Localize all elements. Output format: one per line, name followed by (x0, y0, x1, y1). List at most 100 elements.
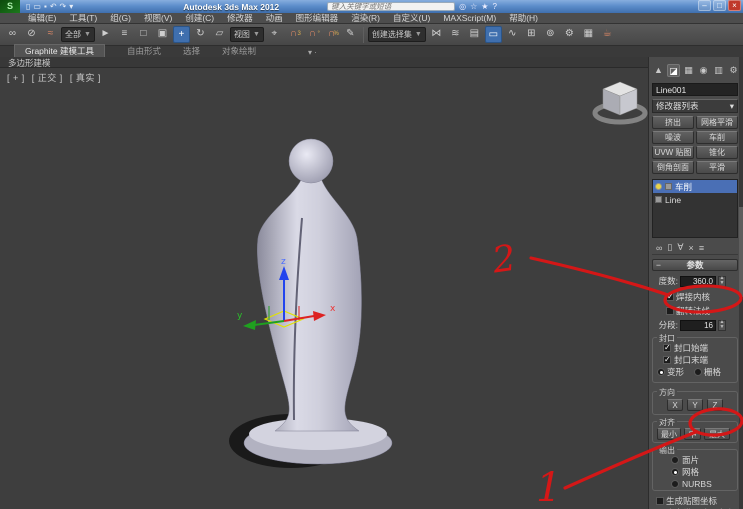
align-center-button[interactable]: 中 (684, 428, 701, 440)
ribbon-panel-strip[interactable]: 多边形建模 (0, 57, 648, 68)
align-min-button[interactable]: 最小 (657, 428, 681, 440)
favorites-icon[interactable]: ★ (481, 0, 488, 13)
weld-core-checkbox[interactable] (666, 292, 674, 301)
redo-icon[interactable]: ↷ (60, 0, 67, 13)
percent-snap-icon[interactable]: ∩% (323, 26, 340, 43)
configure-modifier-sets-icon[interactable]: ≡ (699, 243, 704, 253)
unlink-selection-icon[interactable]: ⊘ (23, 26, 40, 43)
tab-selection[interactable]: 选择 (183, 45, 200, 57)
taper-button[interactable]: 锥化 (696, 146, 738, 159)
rollout-collapse-icon[interactable]: − (656, 260, 661, 271)
create-tab-icon[interactable]: ▲ (652, 64, 665, 77)
parameters-rollout-header[interactable]: − 参数 (652, 259, 738, 271)
schematic-view-icon[interactable]: ⊞ (523, 26, 540, 43)
selection-filter-dropdown[interactable]: 全部 ▼ (61, 27, 95, 42)
direction-z-button[interactable]: Z (707, 399, 723, 411)
grid-radio[interactable] (694, 368, 703, 376)
search-icon[interactable]: ◎ (459, 0, 466, 13)
meshsmooth-button[interactable]: 网格平滑 (696, 116, 738, 129)
menu-animation[interactable]: 动画 (266, 12, 283, 24)
maximize-button[interactable]: □ (713, 0, 726, 11)
render-production-icon[interactable]: ☕ (599, 26, 616, 43)
material-editor-icon[interactable]: ⊚ (542, 26, 559, 43)
menu-graph-editors[interactable]: 图形编辑器 (296, 12, 339, 24)
menu-rendering[interactable]: 渲染(R) (351, 12, 380, 24)
select-and-rotate-icon[interactable]: ↻ (192, 26, 209, 43)
stack-item-line[interactable]: Line (653, 193, 737, 206)
curve-editor-icon[interactable]: ∿ (504, 26, 521, 43)
menu-tools[interactable]: 工具(T) (69, 12, 97, 24)
rendered-frame-icon[interactable]: ▦ (580, 26, 597, 43)
viewport[interactable]: [ + ] [ 正交 ] [ 真实 ] z y x (0, 68, 648, 509)
window-crossing-icon[interactable]: ▣ (154, 26, 171, 43)
snap-toggle-3d-icon[interactable]: ∩ 3 (285, 26, 302, 43)
reference-coordinate-dropdown[interactable]: 视图 ▼ (229, 27, 264, 42)
app-logo-icon[interactable]: S (0, 0, 20, 13)
menu-group[interactable]: 组(G) (110, 12, 131, 24)
layer-manager-icon[interactable]: ▤ (466, 26, 483, 43)
infocenter-search-input[interactable] (327, 2, 456, 11)
menu-create[interactable]: 创建(C) (185, 12, 214, 24)
menu-maxscript[interactable]: MAXScript(M) (443, 13, 496, 23)
render-setup-icon[interactable]: ⚙ (561, 26, 578, 43)
viewport-canvas[interactable]: z y x (0, 68, 648, 509)
cap-start-checkbox[interactable] (663, 343, 671, 352)
lathe-model[interactable] (243, 138, 393, 465)
modifier-list-dropdown[interactable]: 修改器列表 ▾ (652, 99, 738, 113)
make-unique-icon[interactable]: ∀ (677, 242, 683, 253)
minimize-button[interactable]: – (698, 0, 711, 11)
segments-spinner[interactable]: ▲ ▼ (718, 319, 726, 331)
subscription-icon[interactable]: ☆ (470, 0, 477, 13)
select-and-scale-icon[interactable]: ▱ (211, 26, 228, 43)
use-pivot-center-icon[interactable]: ⌖ (266, 26, 283, 43)
tab-object-paint[interactable]: 对象绘制 (222, 45, 256, 57)
menu-help[interactable]: 帮助(H) (509, 12, 538, 24)
keyboard-override-icon[interactable]: ✎ (342, 26, 359, 43)
cap-end-checkbox[interactable] (663, 355, 671, 364)
smooth-button[interactable]: 平滑 (696, 161, 738, 174)
morph-radio[interactable] (657, 368, 665, 376)
output-mesh-radio[interactable] (671, 468, 679, 476)
motion-tab-icon[interactable]: ◉ (697, 64, 710, 77)
output-nurbs-radio[interactable] (671, 480, 679, 488)
menu-edit[interactable]: 编辑(E) (28, 12, 56, 24)
degrees-field[interactable]: 360.0 (680, 275, 716, 287)
modifier-enabled-bulb-icon[interactable] (655, 183, 662, 190)
menu-customize[interactable]: 自定义(U) (393, 12, 430, 24)
viewcube[interactable] (592, 81, 648, 125)
angle-snap-icon[interactable]: ∩ ° (304, 26, 321, 43)
show-end-result-icon[interactable]: ▯ (667, 242, 672, 253)
tab-graphite-modeling[interactable]: Graphite 建模工具 (14, 44, 105, 57)
extrude-button[interactable]: 挤出 (652, 116, 694, 129)
select-and-link-icon[interactable]: ∞ (4, 26, 21, 43)
menu-modifiers[interactable]: 修改器 (227, 12, 253, 24)
flip-normals-checkbox[interactable] (666, 307, 674, 315)
mirror-icon[interactable]: ⋈ (428, 26, 445, 43)
tab-freeform[interactable]: 自由形式 (127, 45, 161, 57)
stack-item-lathe[interactable]: 车削 (653, 180, 737, 193)
uvw-map-button[interactable]: UVW 贴图 (652, 146, 694, 159)
noise-button[interactable]: 噪波 (652, 131, 694, 144)
viewport-view-label[interactable]: [ 正交 ] (32, 73, 63, 83)
polygon-modeling-panel-label[interactable]: 多边形建模 (8, 58, 51, 68)
direction-y-button[interactable]: Y (687, 399, 703, 411)
lathe-button[interactable]: 车削 (696, 131, 738, 144)
pin-stack-icon[interactable]: ∞ (656, 243, 662, 253)
segments-field[interactable]: 16 (680, 319, 716, 331)
modify-tab-icon[interactable]: ◪ (667, 64, 680, 77)
named-selection-set-dropdown[interactable]: 创建选择集 ▼ (367, 27, 426, 42)
close-button[interactable]: × (728, 0, 741, 11)
direction-x-button[interactable]: X (667, 399, 683, 411)
align-icon[interactable]: ≋ (447, 26, 464, 43)
bevel-profile-button[interactable]: 倒角剖面 (652, 161, 694, 174)
menu-views[interactable]: 视图(V) (144, 12, 172, 24)
remove-modifier-icon[interactable]: × (689, 243, 694, 253)
hierarchy-tab-icon[interactable]: ▦ (682, 64, 695, 77)
viewport-menu-label[interactable]: [ + ] (7, 73, 25, 83)
rect-selection-region-icon[interactable]: □ (135, 26, 152, 43)
display-tab-icon[interactable]: ▥ (712, 64, 725, 77)
ribbon-overflow-icon[interactable]: ▾ · (308, 48, 317, 57)
generate-mapping-coords-checkbox[interactable] (656, 497, 664, 505)
panel-scrollbar[interactable] (739, 57, 743, 509)
select-and-move-icon[interactable]: + (172, 26, 190, 43)
